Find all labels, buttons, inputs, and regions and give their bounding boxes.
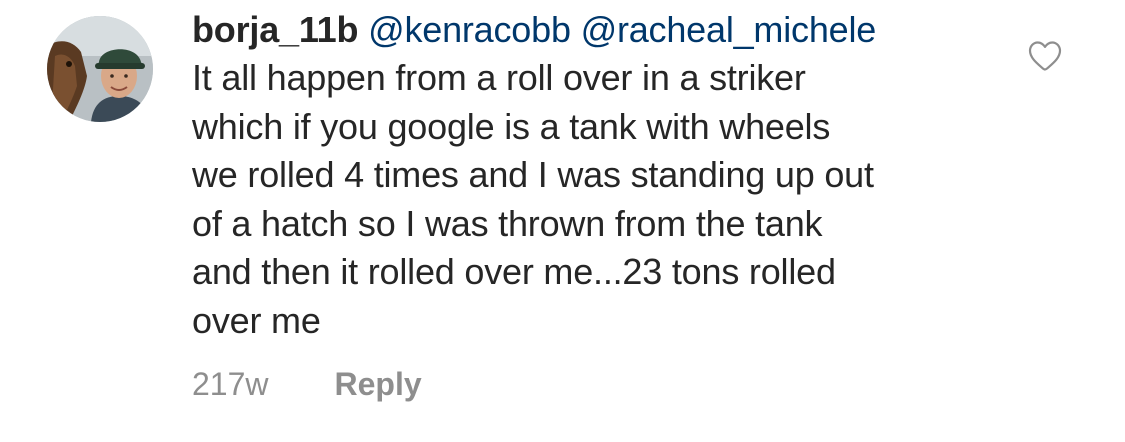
comment-text-line: we rolled 4 times and I was standing up … xyxy=(192,154,874,195)
comment-text-line: over me xyxy=(192,299,321,341)
comment-text-line: which if you google is a tank with wheel… xyxy=(192,105,831,147)
comment-header: borja_11b @kenracobb @racheal_michele xyxy=(192,6,1012,54)
comment-text-line: of a hatch so I was thrown from the tank xyxy=(192,202,823,244)
comment-text-line: It all happen from a roll over in a stri… xyxy=(192,57,806,98)
username-link[interactable]: borja_11b xyxy=(192,9,358,50)
comment-text-line: and then it rolled over me...23 tons rol… xyxy=(192,251,836,292)
mention-link[interactable]: @kenracobb xyxy=(368,9,571,50)
heart-outline-icon[interactable] xyxy=(1028,40,1062,72)
mention-link[interactable]: @racheal_michele xyxy=(581,9,877,50)
reply-button[interactable]: Reply xyxy=(335,366,422,403)
avatar[interactable] xyxy=(47,16,153,122)
comment-meta: 217w Reply xyxy=(192,362,422,406)
comment-body: borja_11b @kenracobb @racheal_michele It… xyxy=(192,6,1012,345)
comment-text: It all happen from a roll over in a stri… xyxy=(192,54,1012,345)
avatar-image xyxy=(47,16,153,122)
timestamp[interactable]: 217w xyxy=(192,366,269,403)
comment-item: borja_11b @kenracobb @racheal_michele It… xyxy=(0,0,1125,442)
